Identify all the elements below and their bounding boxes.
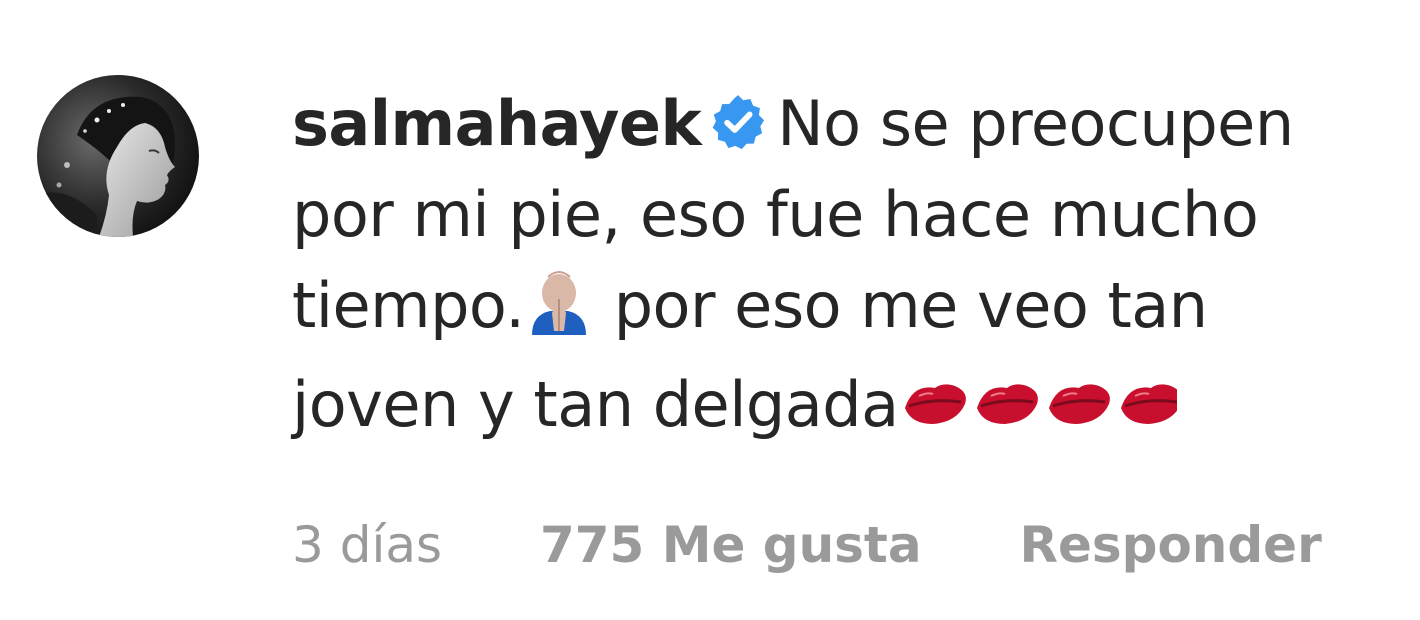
timestamp[interactable]: 3 días [292,510,442,580]
person-praying-icon [524,268,594,359]
avatar[interactable] [37,75,199,237]
comment-meta: 3 días 775 Me gusta Responder [292,510,1322,580]
reply-button[interactable]: Responder [1019,510,1321,580]
likes-count-button[interactable]: 775 Me gusta [540,510,922,580]
comment-body: salmahayek No se preocupen por mi pie, es… [292,78,1392,458]
comment-text: salmahayek No se preocupen por mi pie, es… [292,78,1392,458]
comment-item: salmahayek No se preocupen por mi pie, es… [0,0,1420,620]
kiss-mark-icons [899,367,1184,458]
username-link[interactable]: salmahayek [292,87,702,160]
verified-badge-icon [709,84,767,150]
